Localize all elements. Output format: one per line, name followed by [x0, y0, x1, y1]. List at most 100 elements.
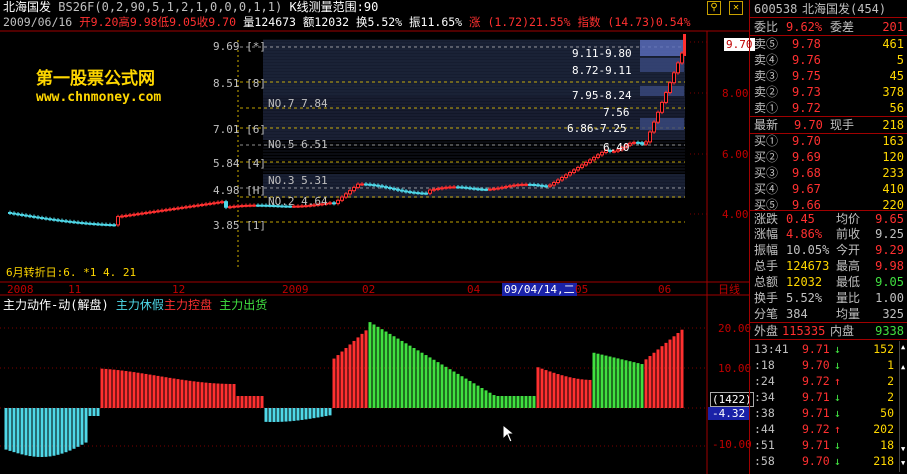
candle-body — [144, 212, 148, 215]
stat-value: 9.25 — [875, 227, 904, 241]
candle-body — [56, 219, 60, 222]
indicator-bar — [124, 371, 128, 408]
indicator-axis-20: 20.00 — [718, 322, 752, 335]
candle-body — [520, 183, 524, 186]
candle-body — [252, 204, 256, 207]
tick-row: 13:41 9.71 ↓ 152 — [750, 342, 907, 357]
stat-value: 5.52% — [786, 291, 823, 305]
candle-body — [168, 208, 172, 211]
candle-body — [404, 190, 408, 193]
candle-body — [464, 186, 468, 189]
tick-row: :34 9.71 ↓ 2 — [750, 390, 907, 405]
indicator-bar — [540, 368, 544, 408]
candle-body — [408, 191, 412, 194]
indicator-bar — [28, 408, 32, 457]
stat-key: 最高 — [836, 259, 861, 273]
indicator-bar — [204, 382, 208, 408]
ask-row[interactable]: 卖① 9.72 56 — [750, 100, 907, 116]
bid-row[interactable]: 买③ 9.68 233 — [750, 165, 907, 181]
candle-body — [60, 219, 64, 222]
indicator-bar — [320, 408, 324, 417]
indicator-bar — [472, 383, 476, 408]
candle-body — [564, 174, 568, 178]
candle-body — [364, 183, 368, 186]
pin-icon[interactable]: ⚲ — [707, 1, 721, 15]
watermark-url: www.chnmoney.com — [36, 90, 162, 105]
header-open: 开9.20 — [79, 15, 119, 29]
candle-body — [360, 183, 364, 186]
indicator-bar — [296, 408, 300, 421]
indicator-bar — [536, 367, 540, 408]
candle-body — [216, 201, 220, 204]
indicator-bar — [224, 383, 228, 408]
indicator-bar — [12, 408, 16, 453]
price-axis-6: 6.00 — [722, 148, 749, 161]
tick-time: :51 — [754, 438, 775, 452]
indicator-bar — [568, 377, 572, 408]
tick-direction: ↓ — [834, 390, 841, 404]
bid-row[interactable]: 买① 9.70 163 — [750, 133, 907, 149]
stat-key: 均价 — [836, 212, 861, 226]
ask-row[interactable]: 卖④ 9.76 5 — [750, 52, 907, 68]
stat-value: 10.05% — [786, 243, 830, 257]
candle-body — [516, 184, 520, 187]
legend-control: 主力控盘 — [163, 298, 212, 312]
stat-row: 分笔 384 均量 325 — [750, 306, 907, 322]
candle-body — [488, 188, 492, 191]
indicator-bar — [492, 395, 496, 408]
tick-volume: 152 — [873, 342, 894, 356]
stat-value: 9.05 — [875, 275, 904, 289]
header-line-2: 2009/06/16 开9.20高9.98低9.05收9.70 量124673 … — [3, 15, 691, 29]
indicator-bar — [24, 408, 28, 456]
indicator-bar — [600, 354, 604, 408]
ask-volume: 56 — [889, 101, 904, 115]
indicator-bar — [20, 408, 24, 455]
close-icon[interactable]: ✕ — [729, 1, 743, 15]
indicator-bar — [168, 377, 172, 408]
scroll-down-icon[interactable]: ▼ — [901, 445, 905, 453]
candle-body — [68, 220, 72, 223]
candle-body — [668, 82, 672, 94]
candle-body — [412, 191, 416, 194]
ask-row[interactable]: 卖② 9.73 378 — [750, 84, 907, 100]
candle-body — [88, 222, 92, 225]
scroll-down-icon-2[interactable]: ▼ — [901, 459, 905, 467]
scroll-up-icon[interactable]: ▲ — [901, 343, 905, 351]
candle-body — [440, 187, 444, 190]
indicator-bar — [260, 396, 264, 408]
ask-row[interactable]: 卖⑤ 9.78 461 — [750, 36, 907, 52]
bid-row[interactable]: 买④ 9.67 410 — [750, 181, 907, 197]
ask-row[interactable]: 卖③ 9.75 45 — [750, 68, 907, 84]
candle-body — [96, 223, 100, 226]
bid-row[interactable]: 买② 9.69 120 — [750, 149, 907, 165]
tick-scrollbar[interactable]: ▲ ▲ ▼ ▼ — [899, 341, 907, 472]
time-axis-daily[interactable]: 日线 — [718, 283, 740, 296]
candle-body — [528, 183, 532, 186]
candle-body — [596, 154, 600, 158]
indicator-bar — [56, 408, 60, 455]
candle-body — [356, 183, 360, 188]
tick-volume: 202 — [873, 422, 894, 436]
indicator-bar — [476, 385, 480, 408]
candle-body — [632, 141, 636, 144]
tick-row: :44 9.72 ↑ 202 — [750, 422, 907, 437]
indicator-bar — [72, 408, 76, 449]
scroll-up-icon-2[interactable]: ▲ — [901, 363, 905, 371]
indicator-bar — [412, 348, 416, 408]
indicator-bar — [284, 408, 288, 422]
stat-key: 今开 — [836, 243, 861, 257]
stock-title: 北海国发 — [3, 0, 52, 14]
candle-body — [176, 207, 180, 210]
order-diff: 201 — [882, 20, 904, 34]
indicator-bar — [676, 332, 680, 408]
bid-volume: 120 — [882, 150, 904, 164]
inner-volume: 9338 — [875, 324, 904, 338]
candle-body — [44, 217, 48, 220]
mouse-cursor-icon — [502, 424, 516, 443]
stock-name: 北海国发(454) — [802, 2, 887, 16]
candle-body — [152, 210, 156, 213]
candle-body — [64, 220, 68, 223]
indicator-bar — [208, 382, 212, 408]
indicator-bar — [112, 369, 116, 408]
indicator-bar — [552, 372, 556, 408]
